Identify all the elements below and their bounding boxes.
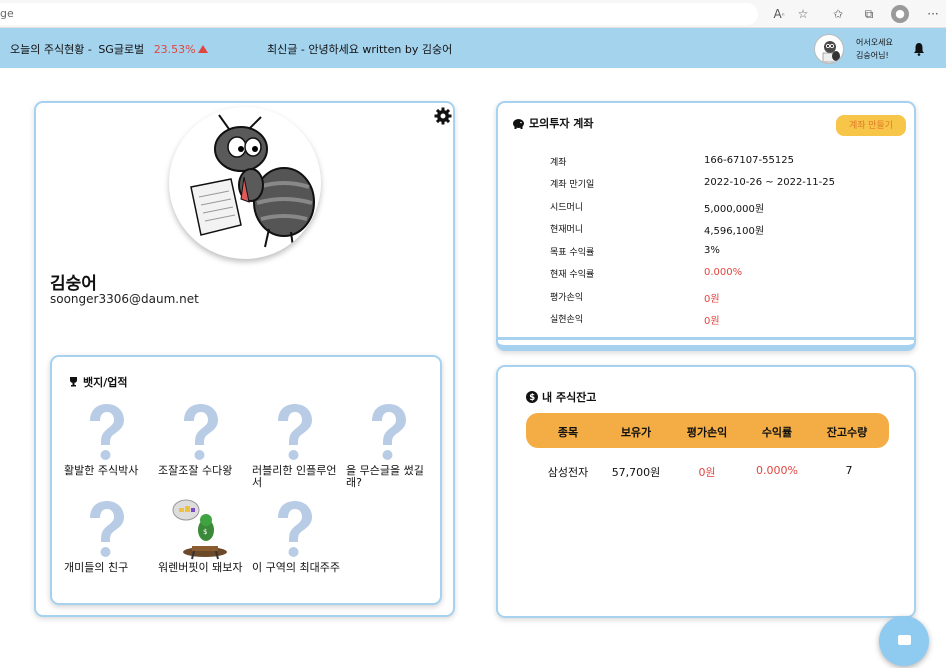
account-row: 목표 수익률 3% xyxy=(550,245,720,258)
read-aloud-icon[interactable]: Aⁿ xyxy=(770,5,788,23)
badge-item[interactable]: 활발한 주식박사 xyxy=(64,401,154,477)
address-bar[interactable]: ge xyxy=(0,3,758,25)
favorite-add-icon[interactable]: ☆ xyxy=(794,5,812,23)
ant-investor-icon: $ xyxy=(172,499,227,560)
badge-item[interactable]: 러블리한 인플루언서 xyxy=(252,401,342,489)
account-card-title: 모의투자 계좌 xyxy=(512,115,594,131)
ticker-stock-name: SG글로벌 xyxy=(98,43,145,56)
question-mark-icon xyxy=(278,404,312,460)
dollar-coin-icon: $ xyxy=(526,391,538,403)
account-row: 실현손익 0원 xyxy=(550,315,720,327)
user-avatar[interactable] xyxy=(814,34,844,64)
question-mark-icon xyxy=(90,404,124,460)
svg-text:$: $ xyxy=(529,393,535,403)
question-mark-icon xyxy=(372,404,406,460)
top-navigation-bar: 오늘의 주식현황 - SG글로벌 23.53% 최신글 - 안녕하세요 writ… xyxy=(0,28,946,68)
collections-icon[interactable]: ⧉ xyxy=(860,5,878,23)
account-row: 계좌 만기일 2022-10-26 ~ 2022-11-25 xyxy=(550,177,835,190)
bell-icon[interactable] xyxy=(912,42,926,56)
up-arrow-icon xyxy=(197,45,208,53)
account-row: 현재 수익률 0.000% xyxy=(550,267,743,280)
ticker-change: 23.53% xyxy=(153,43,196,56)
profile-avatar xyxy=(169,107,321,259)
holdings-table-header: 종목 보유가 평가손익 수익률 잔고수량 xyxy=(526,413,889,448)
badge-item[interactable]: 개미들의 친구 xyxy=(64,498,154,574)
badge-item[interactable]: 이 구역의 최대주주 xyxy=(252,498,342,574)
account-row: 현재머니 4,596,100원 xyxy=(550,225,765,237)
holdings-card-title: $ 내 주식잔고 xyxy=(526,389,596,405)
trophy-icon xyxy=(70,377,77,387)
account-row: 시드머니 5,000,000원 xyxy=(550,203,765,215)
stock-holdings-card: $ 내 주식잔고 종목 보유가 평가손익 수익률 잔고수량 삼성전자 57,70… xyxy=(496,365,916,618)
latest-post-link[interactable]: 최신글 - 안녕하세요 written by 김숭어 xyxy=(267,41,452,57)
svg-text:$: $ xyxy=(203,528,207,536)
user-email: soonger3306@daum.net xyxy=(50,292,199,306)
chat-bubble-icon xyxy=(898,635,911,645)
badge-section: 뱃지/업적 활발한 주식박사 조잘조잘 수다왕 러블리한 인플루언서 을 무슨글… xyxy=(50,355,442,605)
badge-item[interactable]: 을 무슨글을 썼길래? xyxy=(346,401,436,489)
profile-card: 김숭어 soonger3306@daum.net 뱃지/업적 활발한 주식박사 … xyxy=(34,101,455,617)
badge-item[interactable]: $ 워렌버핏이 돼보자 xyxy=(158,498,248,574)
badge-section-title: 뱃지/업적 xyxy=(68,374,128,390)
mock-investment-account-card: 모의투자 계좌 계좌 만들기 계좌 166-67107-55125 계좌 만기일… xyxy=(496,101,916,351)
user-name: 김숭어 xyxy=(50,274,97,294)
create-account-button[interactable]: 계좌 만들기 xyxy=(836,115,906,136)
divider xyxy=(498,337,914,340)
gear-icon[interactable] xyxy=(434,107,452,125)
more-icon[interactable]: ··· xyxy=(924,5,942,23)
question-mark-icon xyxy=(90,501,124,557)
account-row: 계좌 166-67107-55125 xyxy=(550,155,794,168)
piggy-bank-icon xyxy=(513,119,524,129)
question-mark-icon xyxy=(278,501,312,557)
stock-ticker[interactable]: 오늘의 주식현황 - SG글로벌 23.53% xyxy=(10,41,208,57)
profile-icon[interactable]: ● xyxy=(891,5,909,23)
browser-toolbar: ge Aⁿ ☆ ✩ ⧉ ● ··· xyxy=(0,0,946,28)
account-row: 평가손익 0원 xyxy=(550,293,720,305)
favorites-icon[interactable]: ✩ xyxy=(829,5,847,23)
question-mark-icon xyxy=(184,404,218,460)
welcome-message: 어서오세요 김숭어님! xyxy=(856,38,893,60)
ticker-label: 오늘의 주식현황 - xyxy=(10,43,92,56)
chat-button[interactable] xyxy=(879,616,929,666)
badge-item[interactable]: 조잘조잘 수다왕 xyxy=(158,401,248,477)
